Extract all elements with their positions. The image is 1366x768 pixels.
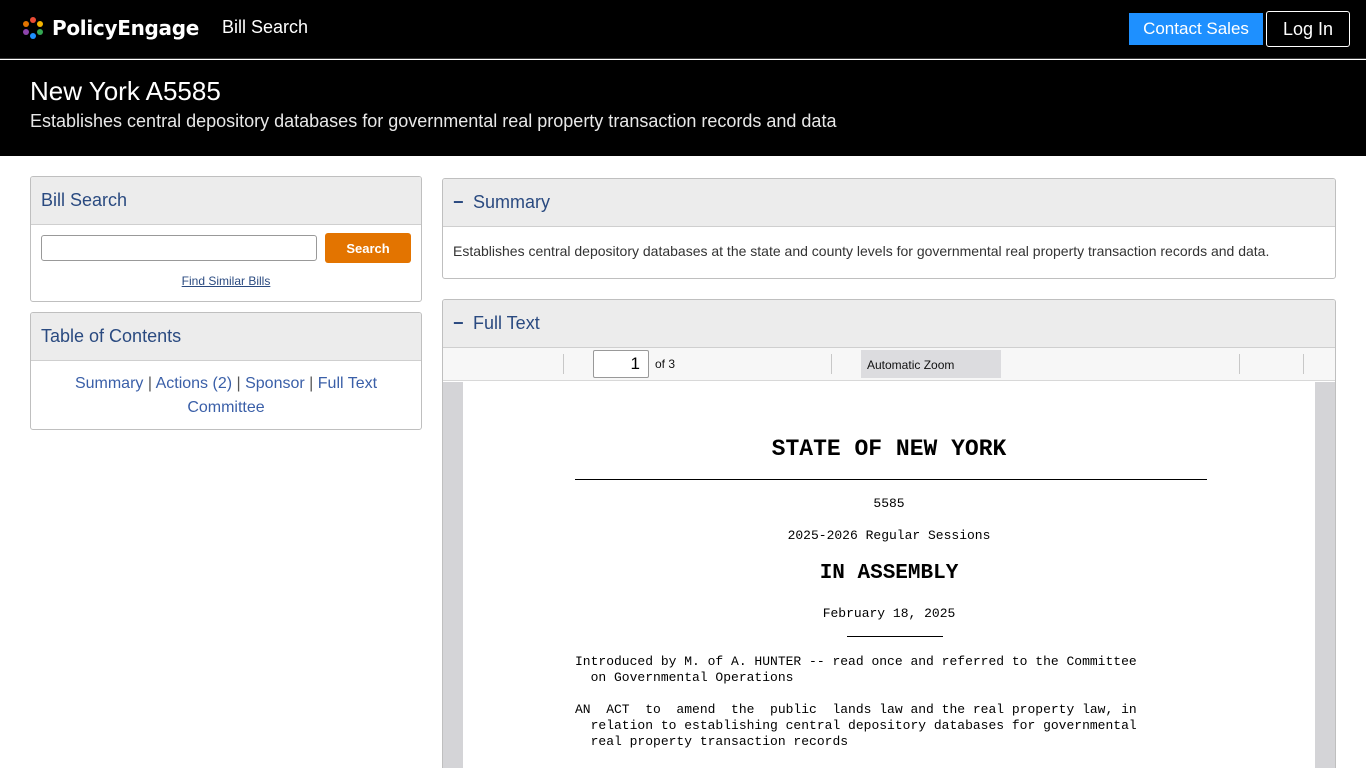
logo-text: PolicyEngage [52, 16, 199, 40]
contact-sales-button[interactable]: Contact Sales [1129, 13, 1263, 45]
full-text-panel-header[interactable]: − Full Text [443, 300, 1335, 348]
document-state-heading: STATE OF NEW YORK [771, 436, 1007, 462]
document-divider [575, 479, 1207, 480]
pdf-toolbar: 1 of 3 Automatic Zoom [443, 348, 1335, 381]
bill-search-panel: Bill Search Search Find Similar Bills [30, 176, 422, 302]
collapse-icon[interactable]: − [453, 192, 473, 213]
full-text-panel-title: Full Text [473, 313, 540, 333]
table-of-contents-panel: Table of Contents Summary | Actions (2) … [30, 312, 422, 430]
toc-link-summary[interactable]: Summary [75, 375, 143, 392]
page-count-label: of 3 [655, 357, 676, 371]
document-act-title: AN ACT to amend the public lands law and… [575, 702, 1137, 749]
document-chamber: IN ASSEMBLY [819, 562, 959, 585]
bill-header: New York A5585 Establishes central depos… [0, 60, 1366, 156]
toc-link-committee[interactable]: Committee [187, 399, 264, 416]
document-introduced: Introduced by M. of A. HUNTER -- read on… [575, 654, 1137, 685]
toc-panel-title: Table of Contents [31, 313, 421, 361]
document-bill-number: 5585 [873, 496, 905, 511]
toc-separator: | [147, 375, 153, 392]
page-number-input[interactable]: 1 [593, 350, 649, 378]
find-similar-bills-link[interactable]: Find Similar Bills [31, 274, 421, 288]
document-short-divider [847, 636, 943, 637]
toolbar-separator [1303, 354, 1304, 374]
toolbar-separator [1239, 354, 1240, 374]
page-subtitle: Establishes central depository databases… [30, 111, 837, 131]
top-navbar: PolicyEngage Bill Search Contact Sales L… [0, 0, 1366, 59]
pdf-page: STATE OF NEW YORK 5585 2025-2026 Regular… [463, 382, 1315, 768]
document-date: February 18, 2025 [822, 606, 956, 621]
summary-panel-title: Summary [473, 192, 551, 212]
collapse-icon[interactable]: − [453, 313, 473, 334]
logo[interactable]: PolicyEngage [22, 15, 199, 41]
toolbar-separator [831, 354, 832, 374]
summary-panel: − Summary Establishes central depository … [442, 178, 1336, 279]
zoom-select[interactable]: Automatic Zoom [861, 350, 1001, 378]
search-input[interactable] [41, 235, 317, 261]
toc-separator: | [236, 375, 241, 392]
toolbar-separator [563, 354, 564, 374]
summary-panel-header[interactable]: − Summary [443, 179, 1335, 227]
page-title: New York A5585 [30, 76, 221, 106]
bill-search-panel-title: Bill Search [31, 177, 421, 225]
nav-bill-search-link[interactable]: Bill Search [222, 17, 308, 38]
logo-icon [22, 17, 44, 39]
toc-link-actions[interactable]: Actions (2) [156, 375, 232, 392]
toc-separator: | [309, 375, 314, 392]
login-button[interactable]: Log In [1266, 11, 1350, 47]
toc-link-sponsor[interactable]: Sponsor [245, 375, 305, 392]
full-text-panel: − Full Text 1 of 3 Automatic Zoom STATE O… [442, 299, 1336, 768]
search-button[interactable]: Search [325, 233, 411, 263]
pdf-viewer-area[interactable]: STATE OF NEW YORK 5585 2025-2026 Regular… [443, 382, 1335, 768]
document-session: 2025-2026 Regular Sessions [787, 528, 991, 543]
toc-link-full-text[interactable]: Full Text [318, 375, 377, 392]
summary-text: Establishes central depository databases… [453, 243, 1270, 259]
toc-links: Summary | Actions (2) | Sponsor | Full T… [31, 361, 421, 429]
